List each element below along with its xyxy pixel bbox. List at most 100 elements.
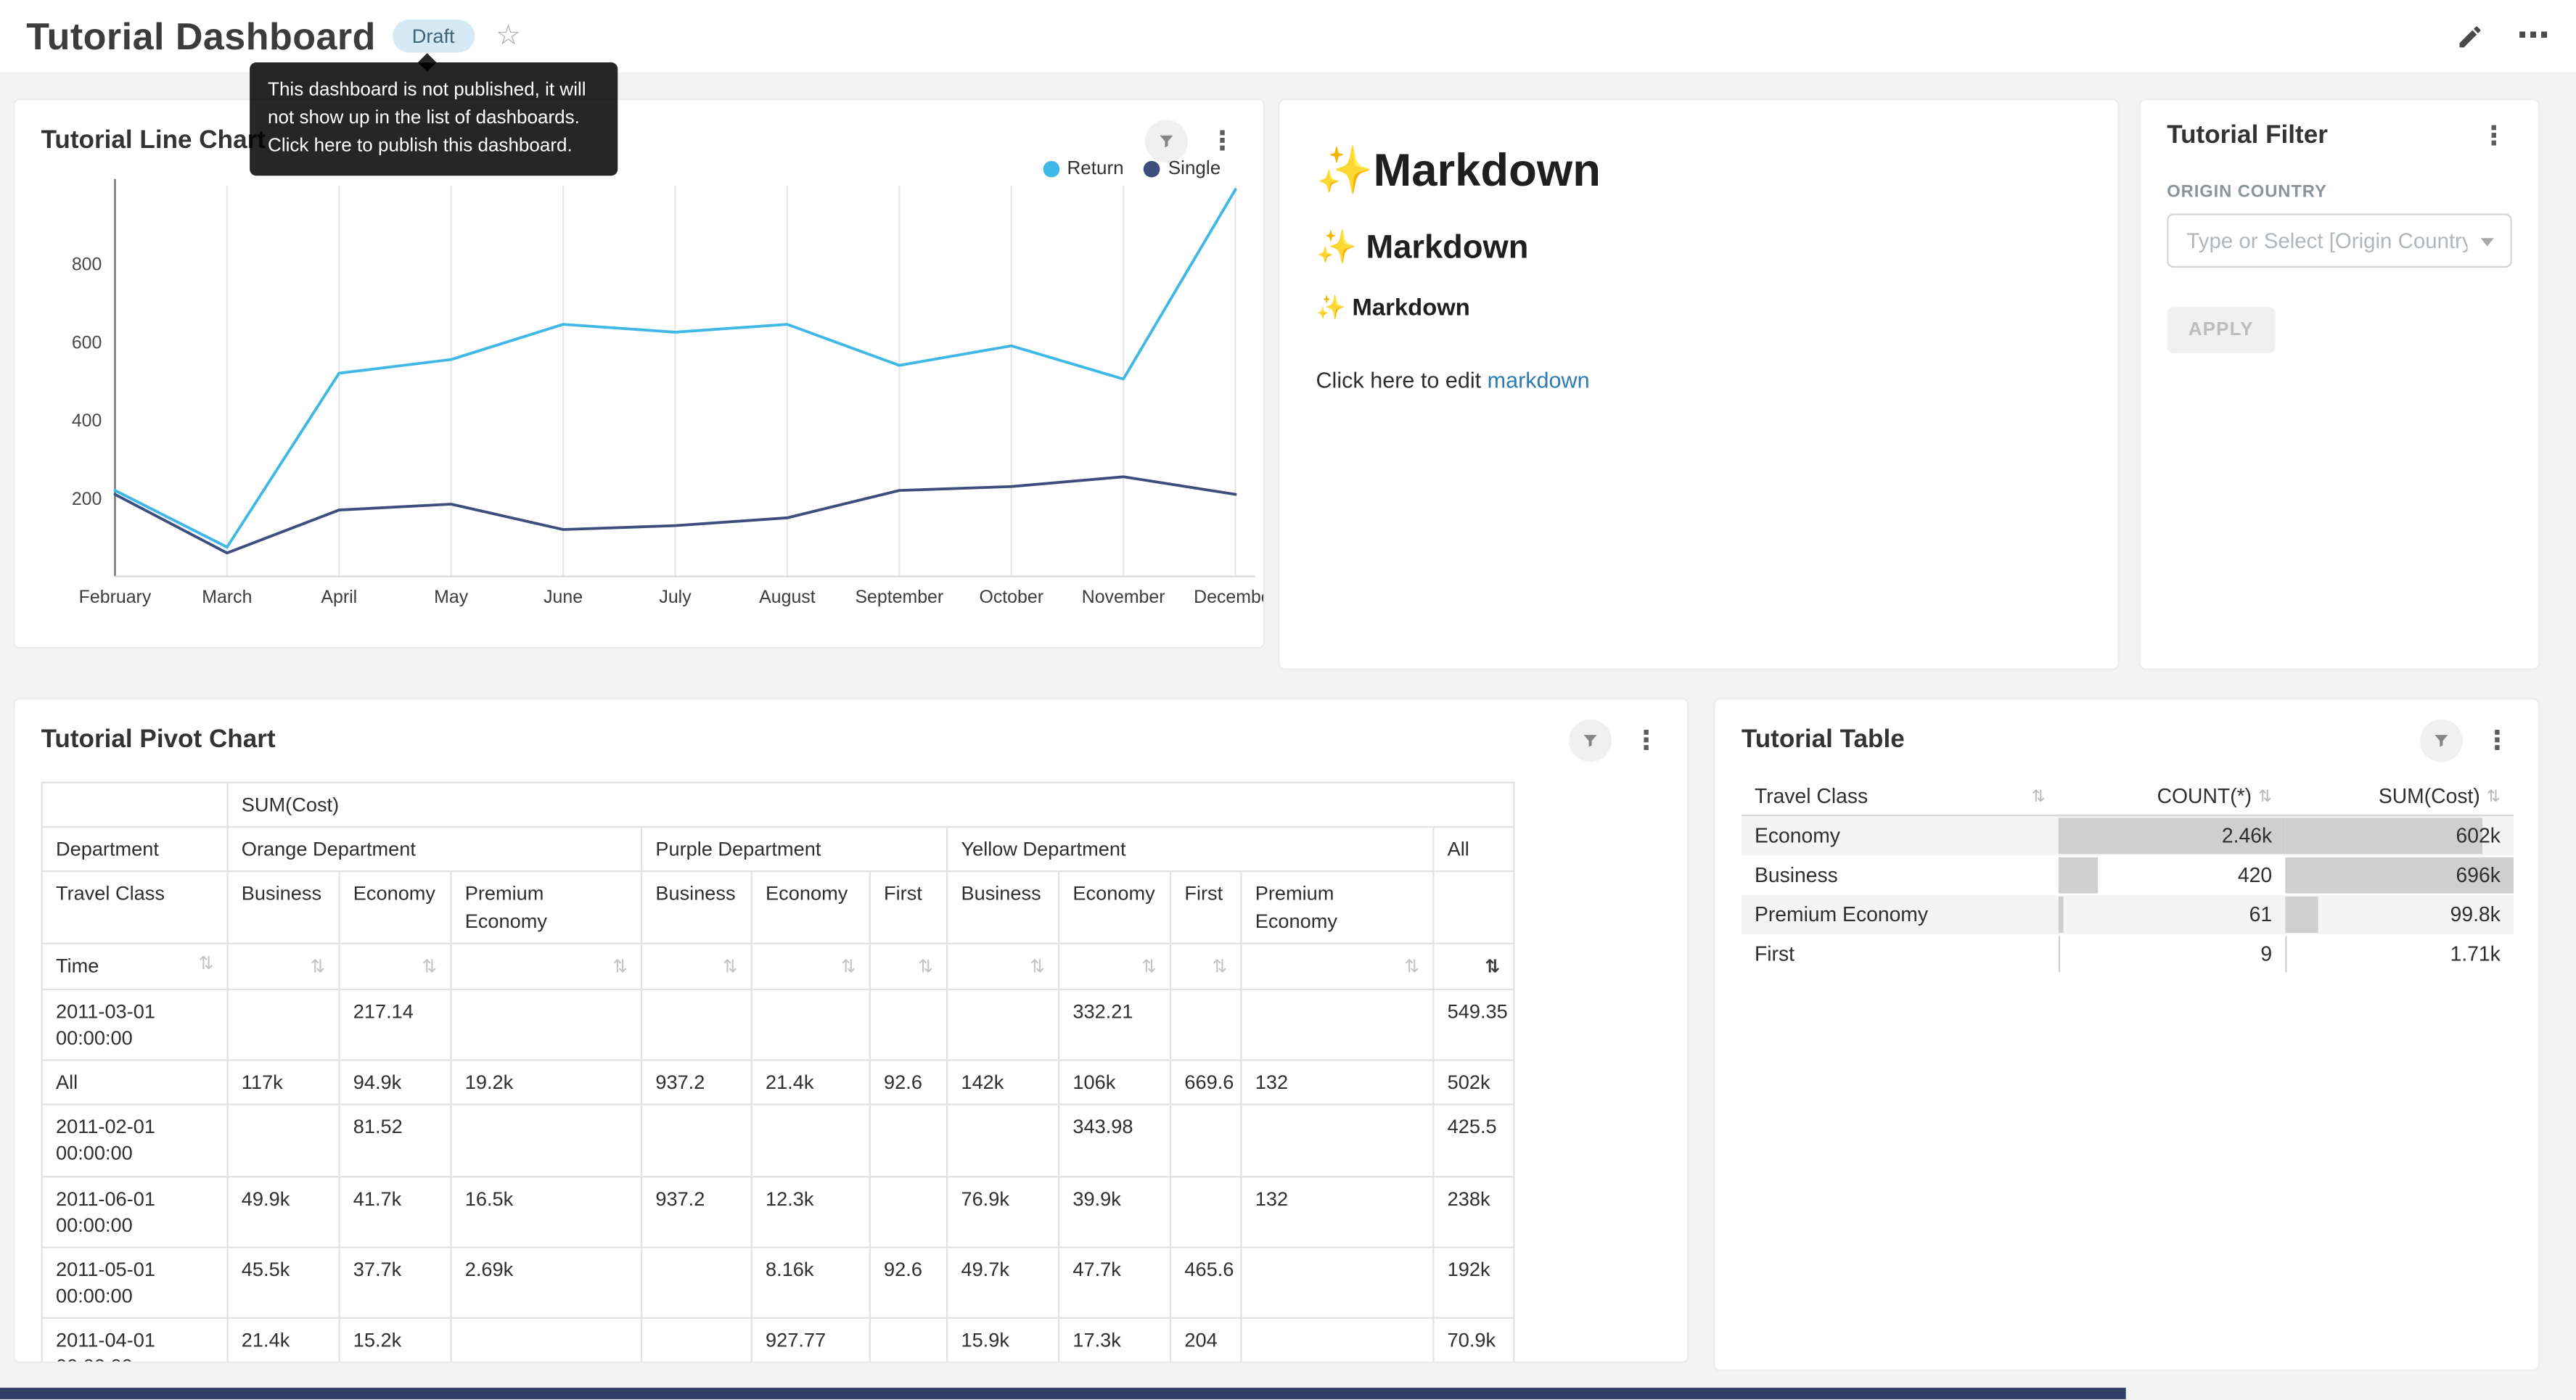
pivot-row: All117k94.9k19.2k937.221.4k92.6142k106k6…	[42, 1060, 1514, 1105]
draft-tooltip[interactable]: This dashboard is not published, it will…	[250, 62, 618, 176]
pivot-kebab-icon[interactable]: ⋮	[1628, 724, 1665, 757]
pivot-cell	[1241, 1247, 1433, 1318]
travel-class-cell: Economy	[1742, 815, 2059, 855]
pivot-row: 2011-04-01 00:00:0021.4k15.2k927.7715.9k…	[42, 1319, 1514, 1364]
pivot-cell: 19.2k	[451, 1060, 641, 1105]
pivot-department-label: Department	[42, 827, 228, 872]
sort-icon[interactable]: ⇅	[1030, 957, 1045, 976]
pivot-cell: 142k	[947, 1060, 1059, 1105]
sort-icon[interactable]: ⇅	[198, 953, 213, 978]
pivot-table: SUM(Cost)DepartmentOrange DepartmentPurp…	[41, 782, 1515, 1363]
pivot-cell: 70.9k	[1433, 1319, 1514, 1364]
pivot-cell	[641, 1105, 752, 1176]
pivot-cell: 47.7k	[1059, 1247, 1170, 1318]
pivot-chart-card: Tutorial Pivot Chart ⋮ SUM(Cost)Departme…	[13, 698, 1689, 1363]
pivot-cell: 465.6	[1170, 1247, 1241, 1318]
travel-class-cell: First	[1742, 934, 2059, 973]
bottom-strip	[0, 1388, 2126, 1399]
legend-dot-icon	[1043, 161, 1059, 178]
pivot-cell: 12.3k	[752, 1176, 870, 1247]
sort-icon[interactable]: ⇅	[1141, 957, 1157, 976]
value-bar	[2285, 818, 2482, 853]
pivot-cell	[451, 1105, 641, 1176]
table-card-header: Tutorial Table ⋮	[1715, 699, 2538, 762]
pivot-cell	[870, 989, 947, 1060]
svg-text:200: 200	[72, 489, 102, 509]
sort-icon[interactable]: ⇅	[841, 957, 856, 976]
pivot-cell: 132	[1241, 1060, 1433, 1105]
table-filter-badge-icon[interactable]	[2420, 720, 2463, 762]
pivot-sort-cell: ⇅	[947, 943, 1059, 989]
edit-icon[interactable]	[2456, 22, 2484, 50]
sort-icon[interactable]: ⇅	[422, 957, 437, 976]
travel-class-cell: Premium Economy	[1742, 894, 2059, 934]
origin-country-select[interactable]: Type or Select [Origin Country]	[2167, 213, 2511, 268]
sum-cost-cell: 99.8k	[2285, 894, 2514, 934]
sort-icon[interactable]: ⇅	[1485, 957, 1500, 976]
pivot-row: 2011-03-01 00:00:00217.14332.21549.35	[42, 989, 1514, 1060]
pivot-travel-class-label: Travel Class	[42, 872, 228, 943]
apply-button[interactable]: APPLY	[2167, 307, 2275, 353]
pivot-cell: 927.77	[752, 1319, 870, 1364]
favorite-star-icon[interactable]: ☆	[496, 20, 521, 52]
svg-text:March: March	[202, 587, 252, 607]
svg-text:May: May	[434, 587, 469, 607]
pivot-sub-column: First	[870, 872, 947, 943]
pivot-sub-column: Economy	[752, 872, 870, 943]
sort-icon[interactable]: ⇅	[1404, 957, 1419, 976]
pivot-cell: 192k	[1433, 1247, 1514, 1318]
pivot-cell	[1241, 1105, 1433, 1176]
sort-icon[interactable]: ⇅	[2032, 788, 2046, 806]
pivot-card-title: Tutorial Pivot Chart	[41, 726, 276, 756]
sparkles-icon: ✨	[1316, 144, 1373, 195]
pivot-sub-column: Premium Economy	[1241, 872, 1433, 943]
count-cell: 61	[2059, 894, 2285, 934]
pivot-cell	[451, 989, 641, 1060]
pivot-sub-column: Business	[947, 872, 1059, 943]
pivot-cell	[752, 989, 870, 1060]
table-card-title: Tutorial Table	[1742, 726, 1905, 756]
table-kebab-icon[interactable]: ⋮	[2479, 724, 2515, 757]
pivot-card-header: Tutorial Pivot Chart ⋮	[15, 699, 1687, 762]
sort-icon[interactable]: ⇅	[1212, 957, 1227, 976]
sort-icon[interactable]: ⇅	[2487, 788, 2501, 806]
pivot-cell: 41.7k	[340, 1176, 451, 1247]
pivot-cell	[1241, 1319, 1433, 1364]
status-badge[interactable]: Draft	[393, 20, 475, 52]
chart-kebab-icon[interactable]: ⋮	[1205, 125, 1241, 157]
filter-kebab-icon[interactable]: ⋮	[2476, 120, 2512, 152]
more-menu-icon[interactable]: ⋯	[2516, 28, 2549, 44]
svg-text:August: August	[759, 587, 816, 607]
value-label: 602k	[2456, 824, 2500, 847]
markdown-paragraph: Click here to edit markdown	[1316, 368, 2081, 392]
pivot-cell: 92.6	[870, 1060, 947, 1105]
table-row: Premium Economy6199.8k	[1742, 894, 2514, 934]
pivot-sort-cell: ⇅	[870, 943, 947, 989]
pivot-cell	[1241, 989, 1433, 1060]
markdown-heading-medium: ✨ Markdown	[1316, 226, 2081, 268]
sparkles-icon: ✨	[1316, 296, 1345, 322]
pivot-cell: 204	[1170, 1319, 1241, 1364]
sort-icon[interactable]: ⇅	[723, 957, 738, 976]
pivot-cell: 81.52	[340, 1105, 451, 1176]
edit-markdown-link[interactable]: markdown	[1488, 368, 1590, 392]
value-label: 1.71k	[2450, 942, 2501, 965]
pivot-filter-badge-icon[interactable]	[1569, 720, 1612, 762]
pivot-cell	[1170, 1176, 1241, 1247]
pivot-sort-cell: ⇅	[641, 943, 752, 989]
pivot-sub-column: Economy	[1059, 872, 1170, 943]
page-title: Tutorial Dashboard	[26, 14, 376, 58]
pivot-sort-cell: ⇅	[451, 943, 641, 989]
pivot-cell: 549.35	[1433, 989, 1514, 1060]
sort-icon[interactable]: ⇅	[612, 957, 628, 976]
svg-text:October: October	[979, 587, 1043, 607]
sort-icon[interactable]: ⇅	[2258, 788, 2272, 806]
column-header-count[interactable]: COUNT(*)⇅	[2059, 778, 2285, 815]
chart-filter-badge-icon[interactable]	[1145, 120, 1188, 162]
sort-icon[interactable]: ⇅	[918, 957, 933, 976]
sort-icon[interactable]: ⇅	[310, 957, 325, 976]
column-header-travel-class[interactable]: Travel Class⇅	[1742, 778, 2059, 815]
pivot-cell: 937.2	[641, 1176, 752, 1247]
column-header-sum-cost[interactable]: SUM(Cost)⇅	[2285, 778, 2514, 815]
pivot-column-group: Orange Department	[228, 827, 642, 872]
